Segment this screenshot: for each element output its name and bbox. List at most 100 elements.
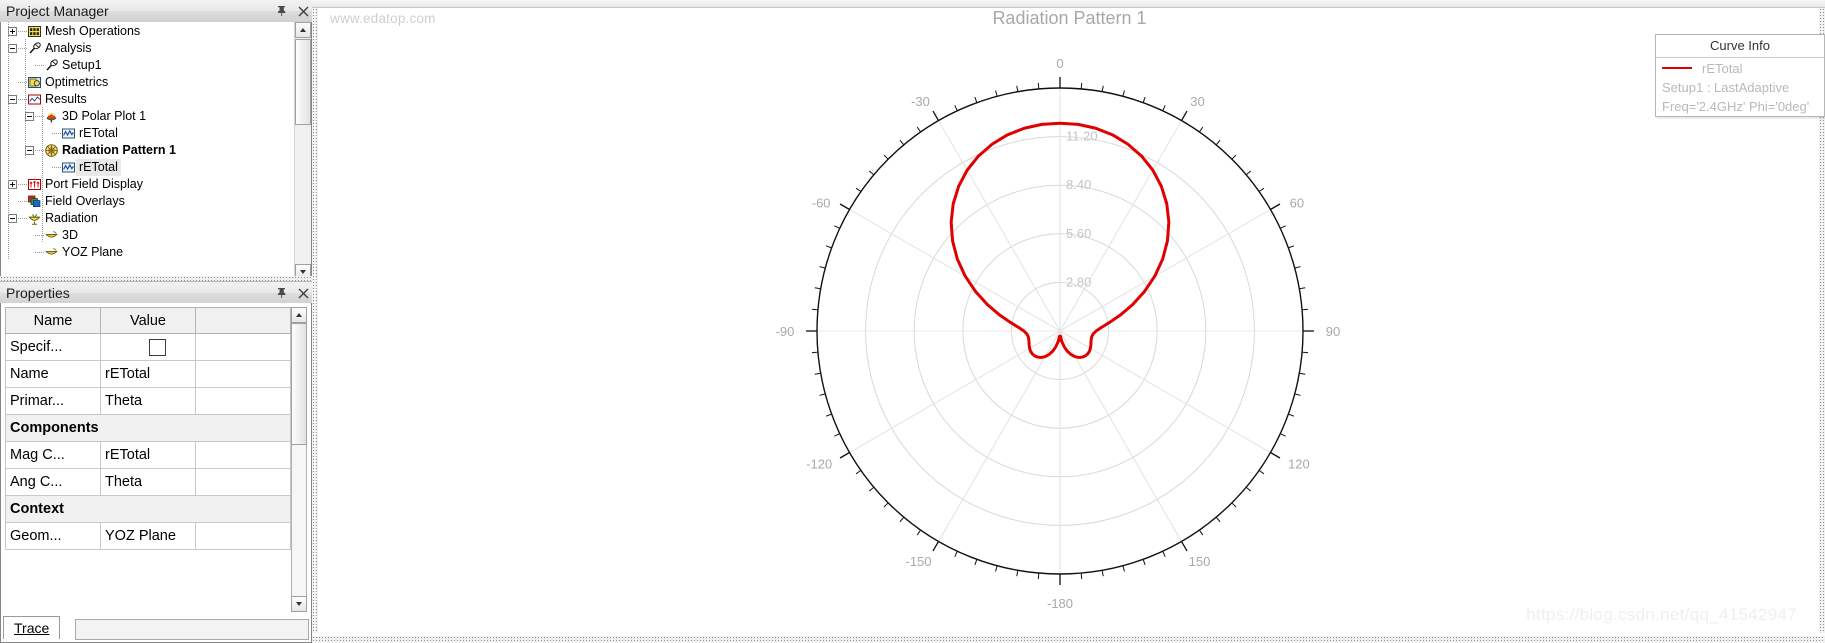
tree-item-label: Mesh Operations (45, 24, 141, 38)
angle-tick-label: 60 (1290, 196, 1304, 211)
scroll-thumb[interactable] (295, 39, 311, 125)
field-overlays-icon (27, 194, 42, 209)
scroll-up-arrow-icon[interactable] (295, 22, 311, 38)
properties-row-spacer (195, 468, 291, 496)
tree-item-results[interactable]: Results (1, 91, 295, 108)
angle-minor-tick (814, 372, 821, 375)
properties-scrollbar[interactable] (291, 307, 307, 612)
close-icon[interactable] (296, 285, 310, 301)
analysis-icon (27, 41, 42, 56)
properties-row-name: Mag C... (5, 441, 101, 469)
scroll-thumb[interactable] (291, 323, 307, 445)
properties-grid-wrap: Name Value Specif... Name rETotal Primar...… (5, 307, 307, 612)
tree-item-retotal[interactable]: rETotal (1, 125, 295, 142)
tree-item-radiation[interactable]: Radiation (1, 210, 295, 227)
pin-icon[interactable] (274, 3, 288, 19)
properties-section-row[interactable]: Components (5, 414, 291, 442)
angle-minor-tick (1245, 486, 1252, 492)
angle-minor-tick (1037, 82, 1040, 89)
properties-row-value[interactable]: Theta (100, 387, 196, 415)
angle-minor-tick (1280, 225, 1286, 229)
properties-row[interactable]: Ang C... Theta (5, 468, 291, 496)
tree-item-setup1[interactable]: Setup1 (1, 57, 295, 74)
angle-minor-tick (1162, 105, 1166, 111)
radiation-pattern-icon (44, 143, 59, 158)
collapse-icon[interactable] (25, 146, 34, 155)
expand-icon[interactable] (8, 180, 17, 189)
angle-major-tick (1270, 451, 1281, 459)
properties-row-value[interactable]: Theta (100, 468, 196, 496)
tree-item-field-overlays[interactable]: Field Overlays (1, 193, 295, 210)
project-tree-container[interactable]: Mesh Operations Analysis Setup1 Optimetrics… (0, 22, 312, 281)
pin-icon[interactable] (274, 285, 288, 301)
curve-info-legend: Curve Info rETotal Setup1 : LastAdaptive… (1655, 34, 1825, 117)
specify-checkbox[interactable] (149, 338, 166, 356)
angle-tick-label: -120 (806, 457, 832, 472)
expand-icon[interactable] (8, 27, 17, 36)
angle-minor-tick (814, 287, 821, 290)
angle-minor-tick (974, 96, 978, 103)
close-icon[interactable] (296, 3, 310, 19)
tab-trace-label: Trace (14, 620, 50, 636)
angle-minor-tick (1016, 570, 1019, 577)
polar-plot-3d-icon (44, 109, 59, 124)
properties-row-value[interactable]: rETotal (100, 441, 196, 469)
properties-section-row[interactable]: Context (5, 495, 291, 523)
properties-row-value[interactable]: rETotal (100, 360, 196, 388)
properties-tabstrip[interactable]: Trace (3, 616, 309, 640)
collapse-icon[interactable] (25, 112, 34, 121)
tab-trace[interactable]: Trace (3, 616, 61, 639)
angle-minor-tick (1101, 85, 1104, 92)
properties-row-value[interactable]: YOZ Plane (100, 522, 196, 550)
tree-item-port-field-display[interactable]: Port Field Display (1, 176, 295, 193)
properties-row[interactable]: Specif... (5, 333, 291, 361)
legend-row: rETotal (1656, 58, 1824, 78)
tree-guide (8, 22, 9, 260)
tree-guide (25, 39, 26, 158)
tree-item-label: Radiation (45, 211, 98, 225)
properties-row-name: Specif... (5, 333, 101, 361)
angle-minor-tick (855, 469, 862, 475)
properties-row-value[interactable] (100, 333, 196, 361)
collapse-icon[interactable] (8, 44, 17, 53)
radiation-sphere-icon (44, 245, 59, 260)
properties-row[interactable]: Primar... Theta (5, 387, 291, 415)
scroll-up-arrow-icon[interactable] (291, 307, 307, 323)
polar-plot[interactable]: 0 30 60 90 120 150 -180 -150 -120 -90 -60 -30 2.80 5.… (312, 0, 1825, 643)
properties-row[interactable]: Mag C... rETotal (5, 441, 291, 469)
properties-grid[interactable]: Name Value Specif... Name rETotal Primar...… (5, 307, 291, 550)
tree-item-label: Field Overlays (45, 194, 125, 208)
angle-major-tick (1180, 110, 1188, 121)
project-tree[interactable]: Mesh Operations Analysis Setup1 Optimetrics… (1, 22, 295, 280)
tree-guide (42, 141, 43, 243)
tree-item-label: rETotal (76, 159, 121, 176)
project-manager-panel: Project Manager Mesh Operations Analysis S… (0, 0, 312, 281)
properties-panel: Properties Name Value Specif... Name rET… (0, 281, 312, 643)
angle-minor-tick (899, 516, 905, 523)
angle-minor-tick (995, 565, 998, 572)
tree-item-3d[interactable]: 3D (1, 227, 295, 244)
tree-item-analysis[interactable]: Analysis (1, 40, 295, 57)
tree-item-radiation-pattern-1[interactable]: Radiation Pattern 1 (1, 142, 295, 159)
tree-item-mesh-operations[interactable]: Mesh Operations (1, 23, 295, 40)
scroll-down-arrow-icon[interactable] (291, 596, 307, 612)
angle-minor-tick (916, 529, 922, 536)
tree-item-3d-polar-plot-1[interactable]: 3D Polar Plot 1 (1, 108, 295, 125)
tree-item-retotal[interactable]: rETotal (1, 159, 295, 176)
angle-major-tick (932, 541, 940, 552)
properties-row[interactable]: Name rETotal (5, 360, 291, 388)
project-tree-scrollbar[interactable] (294, 22, 311, 280)
angle-minor-tick (1245, 170, 1252, 176)
angle-minor-tick (1101, 570, 1104, 577)
collapse-icon[interactable] (8, 214, 17, 223)
properties-row-spacer (195, 441, 291, 469)
angle-minor-tick (1288, 413, 1295, 417)
tree-item-optimetrics[interactable]: Optimetrics (1, 74, 295, 91)
tree-connector (18, 184, 27, 185)
angle-minor-tick (1231, 502, 1237, 508)
properties-row[interactable]: Geom... YOZ Plane (5, 522, 291, 550)
collapse-icon[interactable] (8, 95, 17, 104)
angle-minor-tick (1142, 559, 1146, 566)
tree-item-yoz-plane[interactable]: YOZ Plane (1, 244, 295, 261)
project-manager-title: Project Manager (6, 3, 109, 19)
